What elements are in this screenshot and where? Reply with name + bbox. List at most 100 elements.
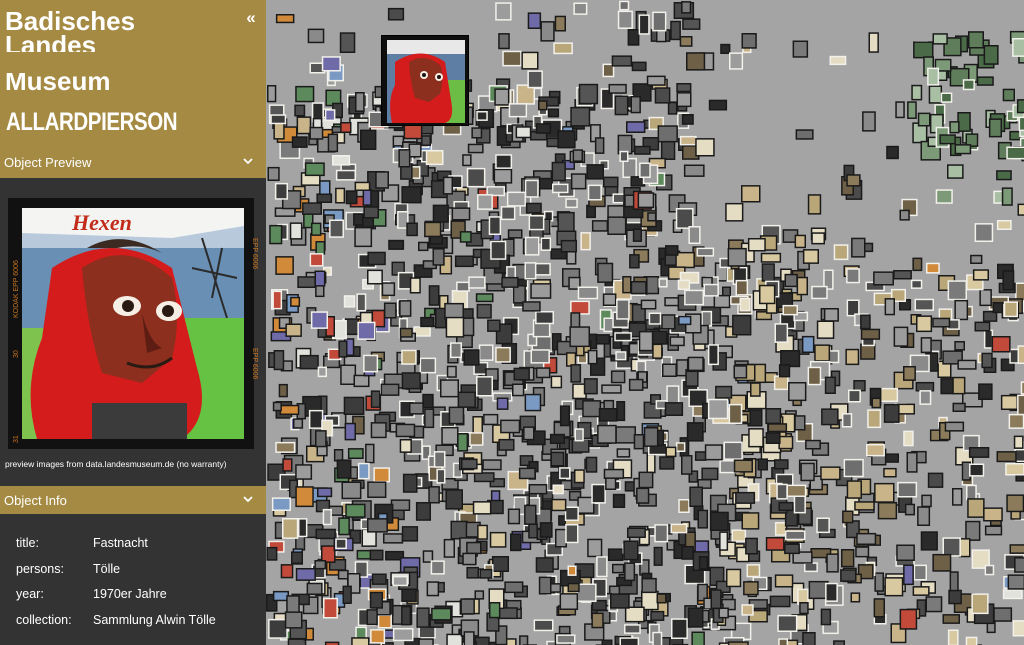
thumbnail[interactable] [552,183,569,194]
thumbnail[interactable] [739,297,751,312]
thumbnail[interactable] [897,481,918,498]
thumbnail[interactable] [647,212,657,222]
thumbnail[interactable] [675,208,694,229]
thumbnail[interactable] [559,467,571,480]
thumbnail[interactable] [399,300,412,317]
thumbnail[interactable] [324,641,340,645]
thumbnail[interactable] [940,92,953,103]
thumbnail[interactable] [560,239,577,253]
thumbnail[interactable] [623,540,639,561]
thumbnail[interactable] [641,577,657,594]
thumbnail[interactable] [984,525,1003,536]
thumbnail[interactable] [289,222,303,240]
thumbnail[interactable] [903,564,914,586]
thumbnail[interactable] [508,103,528,118]
thumbnail[interactable] [656,593,667,604]
thumbnail[interactable] [327,133,339,153]
thumbnail[interactable] [528,215,545,231]
thumbnail[interactable] [646,75,666,86]
thumbnail[interactable] [580,232,591,251]
thumbnail[interactable] [687,356,704,372]
thumbnail[interactable] [709,511,729,531]
thumbnail[interactable] [624,606,645,623]
thumbnail[interactable] [788,382,807,402]
thumbnail[interactable] [467,143,484,154]
thumbnail[interactable] [741,185,761,203]
thumbnail[interactable] [1002,88,1015,102]
thumbnail[interactable] [658,278,668,288]
thumbnail[interactable] [401,605,412,626]
thumbnail[interactable] [362,188,372,206]
thumbnail[interactable] [648,312,662,325]
thumbnail[interactable] [681,545,694,560]
thumbnail[interactable] [873,598,885,618]
thumbnail[interactable] [315,430,327,448]
thumbnail[interactable] [363,206,379,219]
thumbnail[interactable] [603,176,619,188]
thumbnail[interactable] [488,216,502,235]
thumbnail[interactable] [319,180,331,195]
thumbnail[interactable] [345,503,366,518]
thumbnail[interactable] [570,106,591,127]
thumbnail[interactable] [983,507,1003,522]
thumbnail[interactable] [574,428,584,442]
thumbnail[interactable] [726,568,742,588]
thumbnail[interactable] [538,177,553,190]
thumbnail[interactable] [587,349,598,365]
thumbnail[interactable] [855,546,870,558]
thumbnail[interactable] [962,79,975,91]
thumbnail[interactable] [628,378,644,391]
thumbnail[interactable] [846,174,861,187]
thumbnail[interactable] [524,393,542,412]
thumbnail[interactable] [557,130,576,149]
thumbnail[interactable] [445,489,463,510]
thumbnail[interactable] [833,244,849,261]
thumbnail[interactable] [718,607,729,619]
thumbnail[interactable] [784,530,806,541]
thumbnail[interactable] [401,526,419,542]
thumbnail[interactable] [332,155,351,166]
thumbnail[interactable] [553,42,573,55]
thumbnail[interactable] [552,484,564,495]
thumbnail[interactable] [795,129,814,140]
thumbnail[interactable] [871,397,882,409]
thumbnail[interactable] [884,577,904,597]
thumbnail[interactable] [285,323,302,337]
thumbnail[interactable] [351,637,370,645]
thumbnail[interactable] [415,502,431,521]
thumbnail[interactable] [1000,394,1018,410]
thumbnail[interactable] [302,202,322,215]
thumbnail[interactable] [747,238,766,252]
thumbnail[interactable] [377,614,392,629]
thumbnail[interactable] [841,549,855,568]
thumbnail[interactable] [582,400,602,418]
thumbnail[interactable] [498,33,510,50]
thumbnail[interactable] [622,276,632,294]
thumbnail[interactable] [996,170,1012,181]
thumbnail[interactable] [687,607,704,628]
thumbnail[interactable] [971,593,989,615]
thumbnail[interactable] [275,256,294,275]
thumbnail[interactable] [527,70,543,89]
thumbnail[interactable] [304,162,325,177]
thumbnail[interactable] [893,270,912,280]
thumbnail[interactable] [927,67,940,86]
thumbnail[interactable] [846,480,862,499]
thumbnail[interactable] [682,18,701,30]
thumbnail[interactable] [317,487,333,498]
thumbnail[interactable] [370,390,381,408]
thumbnail[interactable] [551,161,566,182]
thumbnail[interactable] [683,164,705,177]
thumbnail[interactable] [399,439,412,453]
thumbnail[interactable] [388,239,405,250]
thumbnail[interactable] [940,378,954,395]
thumbnail[interactable] [842,510,854,524]
thumbnail[interactable] [1009,544,1024,554]
thumbnail[interactable] [708,99,728,111]
thumbnail[interactable] [457,391,476,408]
thumbnail[interactable] [984,564,995,576]
thumbnail[interactable] [311,222,322,236]
thumbnail[interactable] [654,87,671,104]
thumbnail[interactable] [523,426,535,441]
thumbnail[interactable] [466,566,479,579]
